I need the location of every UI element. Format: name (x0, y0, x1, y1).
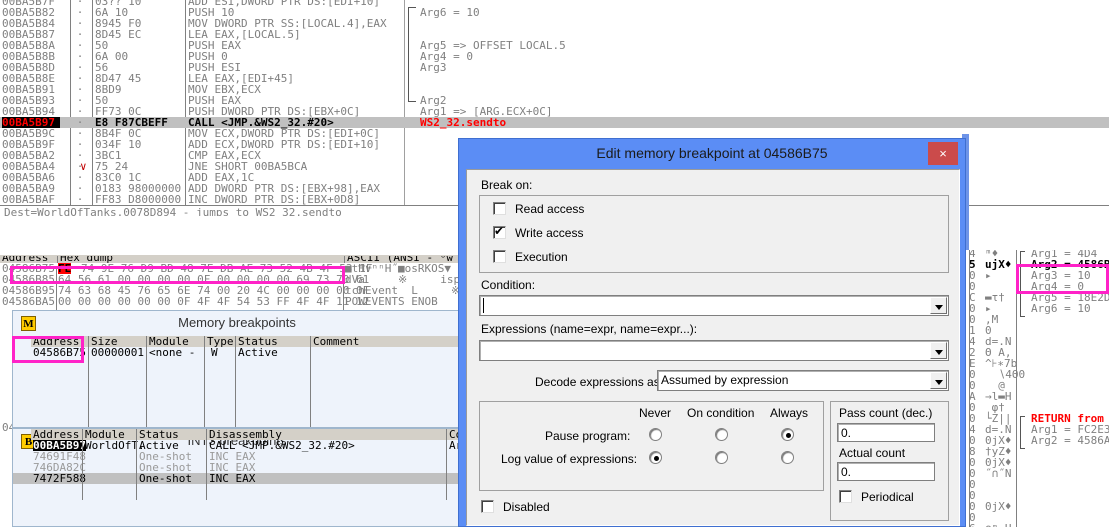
disassembly-row[interactable]: 00BA5B84 · 8945 F0 MOV DWORD PTR SS:[LOCAL.… (0, 18, 1109, 29)
actual-count-value: 0. (841, 465, 852, 479)
cell-disassembly: INC EAX (209, 472, 256, 485)
disassembly-row[interactable]: 00BA5B8A · 50 PUSH EAX Arg5 => OFFSET LOCAL.… (0, 40, 1109, 51)
pause-on-condition-radio[interactable] (715, 428, 728, 441)
stack-ascii: 0jX♦ (985, 500, 1012, 513)
cell-status: One-shot (139, 472, 192, 485)
stack-ascii: ▸ (985, 269, 992, 282)
disassembly-row[interactable]: 00BA5B7F · 03?? 10 ADD ESI,DWORD PTR DS:[ED… (0, 0, 1109, 7)
periodical-label: Periodical (861, 490, 914, 504)
actual-count-input[interactable]: 0. (837, 462, 935, 481)
expressions-dropdown-icon[interactable] (930, 342, 947, 359)
mem-col-type[interactable]: Type (205, 336, 236, 347)
disabled-checkbox[interactable] (481, 500, 494, 513)
read-access-checkbox[interactable] (493, 202, 506, 215)
dialog-titlebar[interactable]: Edit memory breakpoint at 04586B75 × (459, 139, 965, 169)
expressions-input[interactable] (479, 340, 949, 361)
pause-always-radio[interactable] (781, 428, 794, 441)
disassembly-row[interactable]: 00BA5B8D · 56 PUSH ESI Arg3 (0, 62, 1109, 73)
stack-args-bracket-2 (1020, 416, 1025, 449)
int3-breakpoints-grid[interactable]: Address Module Status Disassembly Commen… (13, 429, 461, 500)
int3-breakpoints-window[interactable]: B INT3 breakpoints Address Module Status… (12, 428, 462, 527)
pass-count-input[interactable]: 0. (837, 423, 935, 442)
radio-col-on-condition: On condition (687, 406, 755, 420)
disassembly-row[interactable]: 00BA5B8E · 8D47 45 LEA EAX,[EDI+45] (0, 73, 1109, 84)
row-ascii: POWEVENTS ENOB (345, 295, 438, 308)
row-hex: 00 00 00 00 00 00 0F 4F 4F 54 53 FF 4F 4… (58, 295, 370, 308)
condition-input[interactable] (479, 295, 949, 316)
edit-memory-breakpoint-dialog[interactable]: Edit memory breakpoint at 04586B75 × Bre… (458, 138, 966, 527)
expressions-label: Expressions (name=expr, name=expr...): (481, 322, 698, 336)
log-on-condition-radio[interactable] (715, 451, 728, 464)
cell-status: Active (238, 346, 278, 359)
write-access-checkbox[interactable] (493, 224, 506, 239)
row-address: 04586BA5 (2, 295, 55, 308)
dialog-title: Edit memory breakpoint at 04586B75 (596, 145, 828, 161)
table-row[interactable]: 04586B75 00000001 <none - W Active (13, 347, 461, 358)
periodical-checkbox[interactable] (839, 490, 852, 503)
disassembly-row[interactable]: 00BA5B93 · 50 PUSH EAX Arg2 (0, 95, 1109, 106)
pause-program-label: Pause program: (545, 429, 631, 443)
row-hex-bytes: 8BD9 (95, 83, 122, 96)
memory-breakpoints-titlebar: M Memory breakpoints (13, 311, 461, 336)
pass-count-label: Pass count (dec.) (839, 406, 933, 420)
dialog-body: Break on: Read access Write access Execu… (466, 169, 960, 526)
cell-address: 7472F588 (33, 472, 86, 485)
cell-size: 00000001 (91, 346, 144, 359)
radio-col-always: Always (770, 406, 809, 420)
actual-count-label: Actual count (839, 446, 906, 460)
cell-address: 04586B75 (33, 346, 86, 359)
execution-label: Execution (515, 250, 568, 264)
pause-never-radio[interactable] (649, 428, 662, 441)
row-hex-bytes: 8D45 EC (95, 28, 142, 41)
disassembly-row[interactable]: 00BA5B91 · 8BD9 MOV EBX,ECX (0, 84, 1109, 95)
log-always-radio[interactable] (781, 451, 794, 464)
log-never-radio[interactable] (649, 451, 662, 464)
stack-ascii: ∩ᵐ▬H (985, 523, 1012, 527)
decode-value: Assumed by expression (661, 373, 789, 387)
condition-dropdown-icon[interactable] (930, 297, 947, 314)
execution-checkbox[interactable] (493, 250, 506, 263)
args-bracket (408, 7, 416, 102)
row-comment: WS2_32.sendto (420, 116, 507, 129)
disassembly-status-text: Dest=WorldOfTanks.0078D894 - jumps to WS… (4, 206, 342, 216)
row-hex-bytes: FF83 D8000000 (95, 193, 182, 206)
mem-col-comment[interactable]: Comment (311, 336, 461, 347)
cell-module: <none - (149, 346, 196, 359)
text-caret (483, 298, 484, 313)
decode-dropdown-icon[interactable] (930, 372, 947, 389)
stack-comment: Arg2 = 4586A30 (1031, 434, 1109, 447)
decode-label: Decode expressions as: (535, 375, 664, 389)
disabled-label: Disabled (503, 500, 550, 514)
memory-breakpoints-window[interactable]: M Memory breakpoints Address Size Module… (12, 310, 462, 428)
table-row[interactable]: 7472F588 One-shot INC EAX (13, 473, 461, 484)
decode-select[interactable]: Assumed by expression (657, 370, 949, 391)
memory-breakpoints-title: Memory breakpoints (178, 315, 296, 330)
disassembly-row[interactable]: 00BA5B8B · 6A 00 PUSH 0 Arg4 = 0 (0, 51, 1109, 62)
condition-label: Condition: (481, 278, 536, 292)
disassembly-row[interactable]: 00BA5B97 · E8 F87CBEFF CALL <JMP.&WS2_32.#2… (0, 117, 1109, 128)
radio-col-never: Never (639, 406, 672, 420)
stack-comment: Arg6 = 10 (1031, 302, 1091, 315)
log-value-label: Log value of expressions: (501, 452, 638, 466)
stack-ascii: ˝∩˝Ν (985, 467, 1012, 480)
break-on-label: Break on: (481, 178, 533, 192)
write-access-label: Write access (515, 226, 584, 240)
row-comment: Arg3 (420, 61, 447, 74)
cell-type: W (211, 346, 218, 359)
stack-pane[interactable]: 4ᵐ♦Arg1 = 4D45ujX♦Arg2 = 4586B750▸Arg3 =… (962, 250, 1109, 527)
memory-breakpoints-grid[interactable]: Address Size Module Type Status Comment … (13, 336, 461, 427)
row-comment: Arg6 = 10 (420, 6, 480, 19)
close-icon[interactable]: × (928, 142, 958, 165)
pass-count-value: 0. (841, 426, 852, 440)
stack-args-bracket-1 (1020, 251, 1025, 317)
disassembly-row[interactable]: 00BA5B82 · 6A 10 PUSH 10 Arg6 = 10 (0, 7, 1109, 18)
read-access-label: Read access (515, 202, 585, 216)
row-hex-bytes: 6A 00 (95, 50, 129, 63)
